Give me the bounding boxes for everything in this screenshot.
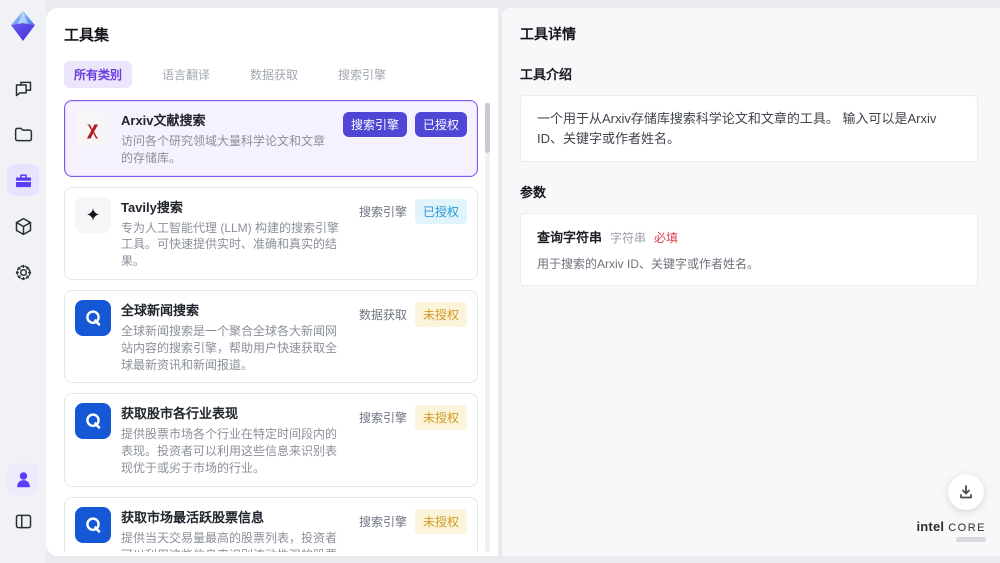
tool-name: 获取市场最活跃股票信息 — [121, 509, 265, 525]
tavily-logo-icon: ✦ — [75, 196, 111, 233]
sidebar-item-settings[interactable] — [7, 256, 39, 288]
auth-status-badge: 未授权 — [414, 301, 467, 327]
toolbox-icon — [15, 173, 31, 187]
gear-icon — [15, 264, 31, 280]
category-tabs: 所有类别 语言翻译 数据获取 搜索引擎 — [64, 61, 490, 88]
core-wordmark: core — [948, 522, 986, 534]
tool-card-sector-performance[interactable]: 获取股市各行业表现 提供股票市场各个行业在特定时间段内的表现。投资者可以利用这些… — [64, 393, 478, 487]
sidebar-item-chat[interactable] — [7, 72, 39, 104]
sidebar-item-models[interactable] — [7, 210, 39, 242]
sidebar-item-panel-toggle[interactable] — [7, 505, 39, 537]
nav-rail — [0, 0, 46, 563]
category-badge: 搜索引擎 — [358, 204, 407, 219]
tool-description: 提供股票市场各个行业在特定时间段内的表现。投资者可以利用这些信息来识别表现优于或… — [121, 427, 338, 475]
auth-status-badge: 已授权 — [414, 198, 467, 224]
tab-search-engine[interactable]: 搜索引擎 — [328, 61, 396, 88]
category-badge: 搜索引擎 — [358, 411, 407, 426]
tool-description: 访问各个研究领域大量科学论文和文章的存储库。 — [121, 134, 326, 165]
intro-card: 一个用于从Arxiv存储库搜索科学论文和文章的工具。 输入可以是Arxiv ID… — [520, 95, 978, 162]
tool-name: Arxiv文献搜索 — [121, 113, 206, 128]
tool-description: 全球新闻搜索是一个聚合全球各大新闻网站内容的搜索引擎，帮助用户快速获取全球最新资… — [121, 323, 338, 372]
intro-heading: 工具介绍 — [520, 67, 573, 82]
intel-wordmark: intel — [916, 519, 945, 534]
cube-icon — [15, 217, 31, 235]
category-badge: 数据获取 — [358, 307, 407, 322]
sidebar-item-user[interactable] — [7, 463, 39, 495]
news-logo-icon — [75, 403, 111, 440]
sidebar-item-tools[interactable] — [7, 164, 39, 196]
tool-name: Tavily搜索 — [121, 199, 183, 215]
param-type: 字符串 — [610, 231, 647, 245]
page-title: 工具集 — [64, 27, 110, 44]
tool-list: χ Arxiv文献搜索 访问各个研究领域大量科学论文和文章的存储库。 搜索引擎 … — [64, 100, 490, 552]
tool-card-arxiv[interactable]: χ Arxiv文献搜索 访问各个研究领域大量科学论文和文章的存储库。 搜索引擎 … — [64, 100, 478, 177]
param-required-badge: 必填 — [654, 231, 679, 245]
download-icon — [960, 485, 972, 499]
auth-status-badge: 未授权 — [414, 405, 467, 431]
arxiv-logo-icon: χ — [75, 110, 111, 146]
app-window: 工具集 所有类别 语言翻译 数据获取 搜索引擎 χ Arxiv文献搜索 访问各个… — [0, 0, 1000, 563]
user-icon — [16, 471, 30, 487]
tool-name: 全球新闻搜索 — [121, 302, 200, 318]
sidebar-item-files[interactable] — [7, 118, 39, 150]
tool-description: 提供当天交易量最高的股票列表，投资者可以利用这些信息来识别流动性强的股票和潜在的… — [121, 530, 338, 552]
tool-name: 获取股市各行业表现 — [121, 406, 239, 422]
download-button[interactable] — [948, 474, 984, 510]
folder-icon — [14, 127, 32, 141]
panel-icon — [15, 514, 31, 528]
category-badge: 搜索引擎 — [342, 112, 407, 137]
params-heading: 参数 — [520, 185, 547, 200]
param-card: 查询字符串 字符串 必填 用于搜索的Arxiv ID、关键字或作者姓名。 — [520, 213, 978, 286]
scrollbar-thumb[interactable] — [485, 103, 490, 153]
category-badge: 搜索引擎 — [358, 514, 407, 529]
tab-translation[interactable]: 语言翻译 — [152, 61, 220, 88]
news-logo-icon — [75, 506, 111, 543]
tool-list-panel: 工具集 所有类别 语言翻译 数据获取 搜索引擎 χ Arxiv文献搜索 访问各个… — [46, 8, 498, 556]
auth-status-badge: 已授权 — [414, 112, 467, 137]
tool-detail-panel: 工具详情 工具介绍 一个用于从Arxiv存储库搜索科学论文和文章的工具。 输入可… — [502, 8, 1000, 556]
intel-sublabel — [956, 537, 986, 542]
news-logo-icon — [75, 299, 111, 336]
tool-description: 专为人工智能代理 (LLM) 构建的搜索引擎工具。可快速提供实时、准确和真实的结… — [121, 220, 340, 269]
tool-card-active-stocks[interactable]: 获取市场最活跃股票信息 提供当天交易量最高的股票列表，投资者可以利用这些信息来识… — [64, 496, 478, 552]
intel-core-logo: intel core — [916, 519, 986, 542]
tab-all-categories[interactable]: 所有类别 — [64, 61, 133, 88]
chat-icon — [15, 81, 31, 96]
auth-status-badge: 未授权 — [414, 508, 467, 534]
tab-data-fetch[interactable]: 数据获取 — [240, 61, 308, 88]
detail-title: 工具详情 — [520, 26, 576, 42]
tool-card-global-news[interactable]: 全球新闻搜索 全球新闻搜索是一个聚合全球各大新闻网站内容的搜索引擎，帮助用户快速… — [64, 289, 478, 384]
param-name: 查询字符串 — [537, 230, 603, 245]
intro-text: 一个用于从Arxiv存储库搜索科学论文和文章的工具。 输入可以是Arxiv ID… — [537, 111, 937, 146]
param-description: 用于搜索的Arxiv ID、关键字或作者姓名。 — [537, 257, 760, 271]
list-scrollbar[interactable] — [485, 102, 490, 552]
tool-card-tavily[interactable]: ✦ Tavily搜索 专为人工智能代理 (LLM) 构建的搜索引擎工具。可快速提… — [64, 186, 478, 280]
app-logo-icon — [11, 11, 35, 41]
